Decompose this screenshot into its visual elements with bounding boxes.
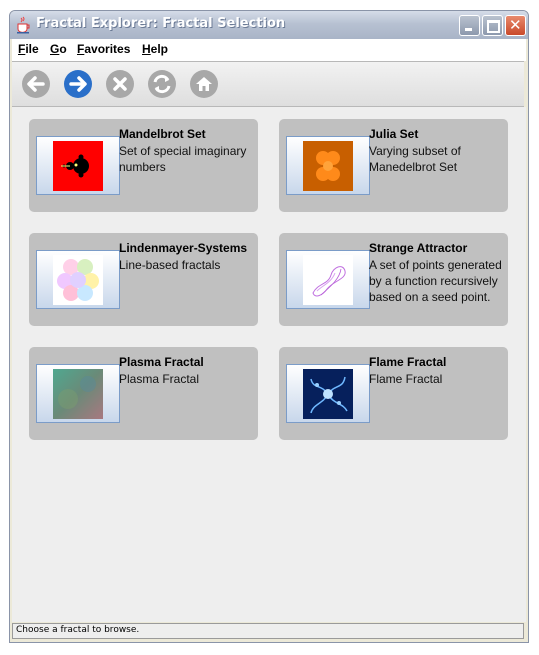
card-description: A set of points generated by a function … — [369, 258, 502, 304]
menu-file[interactable]: File — [18, 42, 39, 56]
fractal-list: Mandelbrot Set Set of special imaginary … — [12, 107, 526, 622]
fractal-card-plasma[interactable]: Plasma Fractal Plasma Fractal — [29, 347, 258, 440]
card-description: Plasma Fractal — [119, 372, 200, 386]
menu-help[interactable]: Help — [142, 42, 168, 56]
app-window: Fractal Explorer: Fractal Selection ✕ Fi… — [9, 10, 529, 643]
thumbnail-frame — [36, 250, 120, 309]
minimize-icon — [465, 28, 472, 31]
mandelbrot-thumbnail — [53, 141, 103, 191]
window-title: Fractal Explorer: Fractal Selection — [36, 16, 286, 31]
card-description: Line-based fractals — [119, 258, 221, 272]
card-title: Plasma Fractal — [119, 355, 204, 369]
julia-thumbnail — [303, 141, 353, 191]
thumbnail-frame — [286, 250, 370, 309]
card-title: Flame Fractal — [369, 355, 447, 369]
status-text: Choose a fractal to browse. — [16, 625, 140, 635]
plasma-thumbnail — [53, 369, 103, 419]
card-description: Flame Fractal — [369, 372, 443, 386]
flame-thumbnail — [303, 369, 353, 419]
card-title: Mandelbrot Set — [119, 127, 206, 141]
maximize-button[interactable] — [482, 15, 503, 36]
card-title: Julia Set — [369, 127, 419, 141]
fractal-card-julia[interactable]: Julia Set Varying subset of Manedelbrot … — [279, 119, 508, 212]
arrow-left-icon — [22, 70, 50, 98]
card-description: Varying subset of Manedelbrot Set — [369, 144, 461, 174]
menu-bar: File Go Favorites Help — [12, 39, 526, 61]
close-button[interactable]: ✕ — [505, 15, 526, 36]
card-title: Strange Attractor — [369, 241, 468, 255]
maximize-icon — [487, 20, 500, 33]
thumbnail-frame — [286, 364, 370, 423]
card-description: Set of special imaginary numbers — [119, 144, 247, 174]
menu-favorites[interactable]: Favorites — [77, 42, 130, 56]
x-icon — [106, 70, 134, 98]
card-title: Lindenmayer-Systems — [119, 241, 248, 255]
thumbnail-frame — [36, 136, 120, 195]
home-icon — [190, 70, 218, 98]
fractal-card-lindenmayer[interactable]: Lindenmayer-Systems Line-based fractals — [29, 233, 258, 326]
attractor-thumbnail — [303, 255, 353, 305]
back-button[interactable] — [21, 69, 51, 99]
fractal-card-flame[interactable]: Flame Fractal Flame Fractal — [279, 347, 508, 440]
close-icon: ✕ — [509, 16, 522, 34]
thumbnail-frame — [36, 364, 120, 423]
home-button[interactable] — [189, 69, 219, 99]
thumbnail-frame — [286, 136, 370, 195]
stop-button[interactable] — [105, 69, 135, 99]
status-bar: Choose a fractal to browse. — [12, 623, 524, 639]
lsystem-thumbnail — [53, 255, 103, 305]
toolbar — [12, 61, 524, 107]
refresh-icon — [148, 70, 176, 98]
arrow-right-icon — [64, 70, 92, 98]
forward-button[interactable] — [63, 69, 93, 99]
java-cup-icon — [15, 16, 31, 34]
menu-go[interactable]: Go — [50, 42, 67, 56]
fractal-card-mandelbrot[interactable]: Mandelbrot Set Set of special imaginary … — [29, 119, 258, 212]
refresh-button[interactable] — [147, 69, 177, 99]
title-bar[interactable]: Fractal Explorer: Fractal Selection ✕ — [10, 11, 528, 39]
fractal-card-attractor[interactable]: Strange Attractor A set of points genera… — [279, 233, 508, 326]
minimize-button[interactable] — [459, 15, 480, 36]
